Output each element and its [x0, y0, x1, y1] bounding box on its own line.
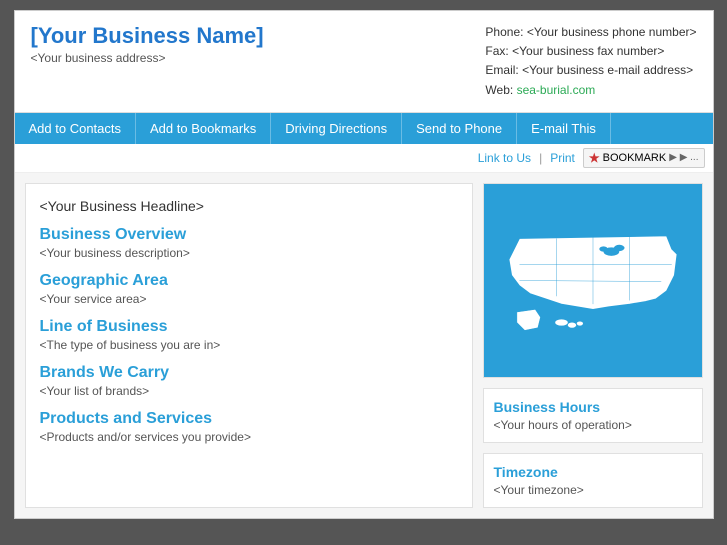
section-desc-overview: <Your business description>	[40, 246, 458, 260]
navbar: Add to Contacts Add to Bookmarks Driving…	[15, 113, 713, 144]
bookmark-label: BOOKMARK	[603, 152, 667, 164]
page-wrapper: [Your Business Name] <Your business addr…	[14, 10, 714, 519]
section-overview: Business Overview <Your business descrip…	[40, 226, 458, 260]
business-hours-desc: <Your hours of operation>	[494, 418, 692, 432]
section-desc-lob: <The type of business you are in>	[40, 338, 458, 352]
us-map	[483, 183, 703, 378]
timezone-desc: <Your timezone>	[494, 483, 692, 497]
bookmark-extra: ▶ ▶ ...	[669, 152, 698, 163]
phone-label: Phone:	[485, 25, 523, 39]
business-address: <Your business address>	[31, 51, 264, 65]
bookmark-icon: ★	[589, 151, 600, 165]
web-link[interactable]: sea-burial.com	[517, 83, 596, 97]
email-label: Email:	[485, 63, 518, 77]
fax-value: <Your business fax number>	[512, 44, 664, 58]
header-left: [Your Business Name] <Your business addr…	[31, 23, 264, 65]
business-name: [Your Business Name]	[31, 23, 264, 49]
header-right: Phone: <Your business phone number> Fax:…	[485, 23, 696, 100]
section-lob: Line of Business <The type of business y…	[40, 318, 458, 352]
nav-email-this[interactable]: E-mail This	[517, 113, 611, 144]
section-desc-products: <Products and/or services you provide>	[40, 430, 458, 444]
business-hours-box: Business Hours <Your hours of operation>	[483, 388, 703, 443]
nav-add-bookmarks[interactable]: Add to Bookmarks	[136, 113, 271, 144]
content-left: <Your Business Headline> Business Overvi…	[25, 183, 473, 508]
section-title-overview: Business Overview	[40, 226, 458, 244]
bookmark-button[interactable]: ★ BOOKMARK ▶ ▶ ...	[583, 148, 705, 168]
timezone-box: Timezone <Your timezone>	[483, 453, 703, 508]
section-title-products: Products and Services	[40, 410, 458, 428]
print-link[interactable]: Print	[550, 151, 575, 165]
section-desc-geo: <Your service area>	[40, 292, 458, 306]
us-map-svg	[488, 188, 698, 373]
nav-send-to-phone[interactable]: Send to Phone	[402, 113, 517, 144]
email-line: Email: <Your business e-mail address>	[485, 61, 696, 80]
fax-label: Fax:	[485, 44, 508, 58]
nav-driving-directions[interactable]: Driving Directions	[271, 113, 402, 144]
phone-value: <Your business phone number>	[527, 25, 697, 39]
header: [Your Business Name] <Your business addr…	[15, 11, 713, 113]
section-title-lob: Line of Business	[40, 318, 458, 336]
section-products: Products and Services <Products and/or s…	[40, 410, 458, 444]
nav-add-contacts[interactable]: Add to Contacts	[15, 113, 137, 144]
business-hours-title: Business Hours	[494, 399, 692, 415]
link-to-us[interactable]: Link to Us	[478, 151, 531, 165]
content-right: Business Hours <Your hours of operation>…	[483, 183, 703, 508]
timezone-title: Timezone	[494, 464, 692, 480]
section-title-brands: Brands We Carry	[40, 364, 458, 382]
fax-line: Fax: <Your business fax number>	[485, 42, 696, 61]
section-geo: Geographic Area <Your service area>	[40, 272, 458, 306]
section-title-geo: Geographic Area	[40, 272, 458, 290]
section-desc-brands: <Your list of brands>	[40, 384, 458, 398]
toolbar-row: Link to Us | Print ★ BOOKMARK ▶ ▶ ...	[15, 144, 713, 173]
main-content: <Your Business Headline> Business Overvi…	[15, 173, 713, 518]
business-headline: <Your Business Headline>	[40, 198, 458, 214]
web-label: Web:	[485, 83, 513, 97]
toolbar-separator: |	[539, 151, 542, 165]
email-value: <Your business e-mail address>	[522, 63, 693, 77]
web-line: Web: sea-burial.com	[485, 81, 696, 100]
section-brands: Brands We Carry <Your list of brands>	[40, 364, 458, 398]
phone-line: Phone: <Your business phone number>	[485, 23, 696, 42]
